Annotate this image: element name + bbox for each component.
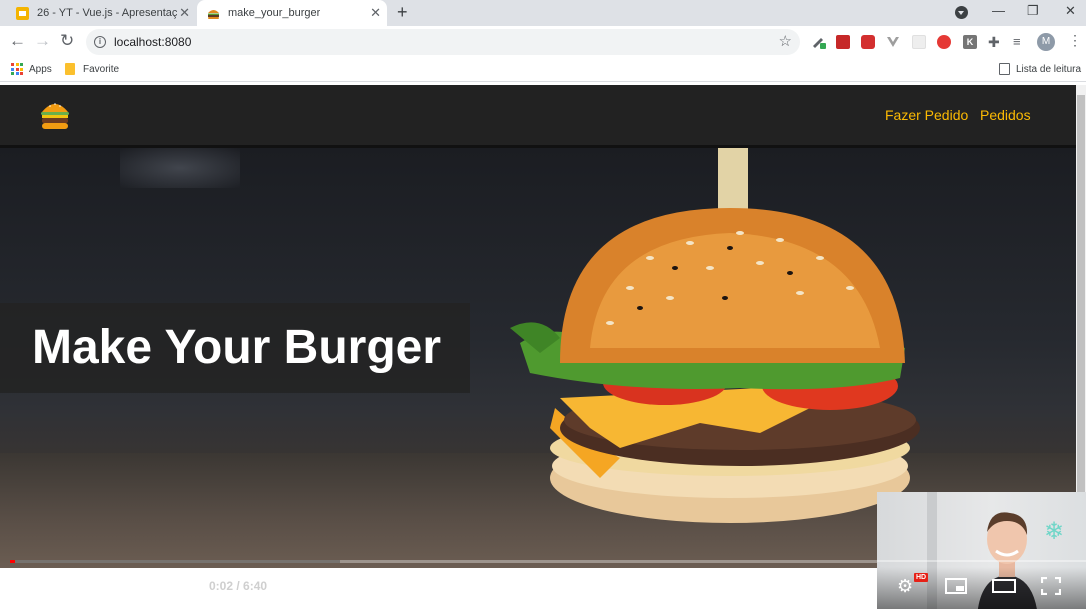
- burger-favicon: [207, 7, 220, 20]
- tab-make-your-burger[interactable]: make_your_burger ✕: [197, 0, 387, 26]
- close-window-button[interactable]: ✕: [1065, 3, 1076, 19]
- edit-extension-icon[interactable]: [811, 34, 826, 49]
- tab-search-icon[interactable]: [955, 6, 968, 19]
- video-time: 0:02 / 6:40: [209, 579, 268, 593]
- slides-icon: [16, 6, 29, 20]
- miniplayer-icon[interactable]: [945, 578, 967, 599]
- fullscreen-icon[interactable]: [1040, 576, 1062, 600]
- bookmarks-bar: Apps Favorite Lista de leitura: [0, 58, 1086, 82]
- url-text[interactable]: localhost:8080: [114, 35, 191, 49]
- browser-toolbar: ← → ↻ i localhost:8080 ☆ K ✚ ≡ M ⋮: [0, 26, 1086, 58]
- media-playlist-icon[interactable]: ≡: [1013, 35, 1027, 49]
- pip-progress-bar: [877, 560, 1086, 562]
- folder-icon[interactable]: [65, 63, 75, 75]
- reading-list-button[interactable]: Lista de leitura: [1016, 64, 1081, 75]
- close-tab-icon[interactable]: ✕: [370, 5, 381, 21]
- k-extension-icon[interactable]: K: [963, 35, 977, 49]
- restore-button[interactable]: ❐: [1027, 3, 1039, 19]
- theater-mode-icon[interactable]: [992, 578, 1016, 599]
- snowflake-logo-icon: ❄: [1044, 518, 1065, 545]
- hd-badge: HD: [914, 573, 929, 582]
- nav-link-fazer-pedido[interactable]: Fazer Pedido: [885, 107, 968, 123]
- pdf-extension-icon[interactable]: [836, 35, 850, 49]
- burger-photo: [510, 148, 920, 523]
- settings-gear-icon[interactable]: ⚙: [897, 576, 913, 597]
- back-button[interactable]: ←: [9, 31, 26, 51]
- reading-list-icon[interactable]: [999, 63, 1010, 75]
- tab-strip: 26 - YT - Vue.js - Apresentações ✕ make_…: [0, 0, 1086, 26]
- burger-logo-icon[interactable]: [40, 98, 70, 131]
- nav-link-pedidos[interactable]: Pedidos: [980, 107, 1031, 123]
- video-progress-fill: [10, 560, 15, 563]
- webcam-overlay: ❄ ⚙ HD: [877, 492, 1086, 609]
- bookmark-star-icon[interactable]: ☆: [779, 32, 792, 50]
- hero-title: Make Your Burger: [32, 321, 442, 374]
- opera-extension-icon[interactable]: [937, 35, 951, 49]
- browser-menu-icon[interactable]: ⋮: [1068, 32, 1082, 49]
- tab-title: make_your_burger: [228, 7, 321, 19]
- info-icon[interactable]: i: [94, 36, 106, 48]
- close-tab-icon[interactable]: ✕: [179, 5, 190, 21]
- apps-bookmark[interactable]: Apps: [29, 64, 52, 75]
- background-blur: [120, 148, 240, 188]
- reload-button[interactable]: ↻: [60, 31, 74, 51]
- hero-title-box: Make Your Burger: [0, 303, 470, 393]
- minimize-button[interactable]: —: [992, 3, 1005, 18]
- tab-slides[interactable]: 26 - YT - Vue.js - Apresentações ✕: [10, 0, 196, 26]
- favorite-bookmark[interactable]: Favorite: [83, 64, 119, 75]
- cbs-extension-icon[interactable]: [861, 35, 875, 49]
- new-tab-button[interactable]: +: [397, 2, 408, 23]
- forward-button[interactable]: →: [34, 31, 51, 51]
- puzzle-extensions-icon[interactable]: ✚: [988, 35, 1002, 49]
- blank-extension-icon[interactable]: [912, 35, 926, 49]
- tab-title: 26 - YT - Vue.js - Apresentações: [37, 7, 177, 19]
- apps-grid-icon[interactable]: [11, 63, 23, 75]
- profile-avatar[interactable]: M: [1037, 33, 1055, 51]
- address-bar[interactable]: i localhost:8080 ☆: [86, 29, 800, 55]
- vuejs-devtools-icon[interactable]: [886, 35, 900, 49]
- video-buffer-bar: [10, 560, 340, 563]
- site-navbar: Fazer Pedido Pedidos: [0, 85, 1076, 148]
